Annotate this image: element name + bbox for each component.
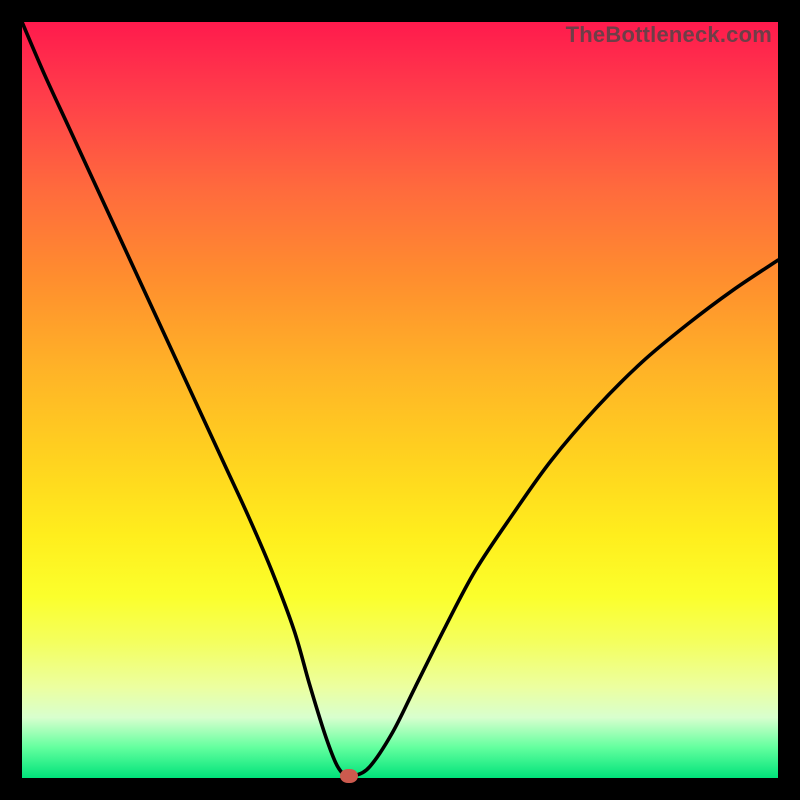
curve-svg: [22, 22, 778, 778]
plot-area: TheBottleneck.com: [22, 22, 778, 778]
chart-frame: TheBottleneck.com: [0, 0, 800, 800]
bottleneck-curve: [22, 22, 778, 776]
optimum-marker: [340, 769, 358, 783]
